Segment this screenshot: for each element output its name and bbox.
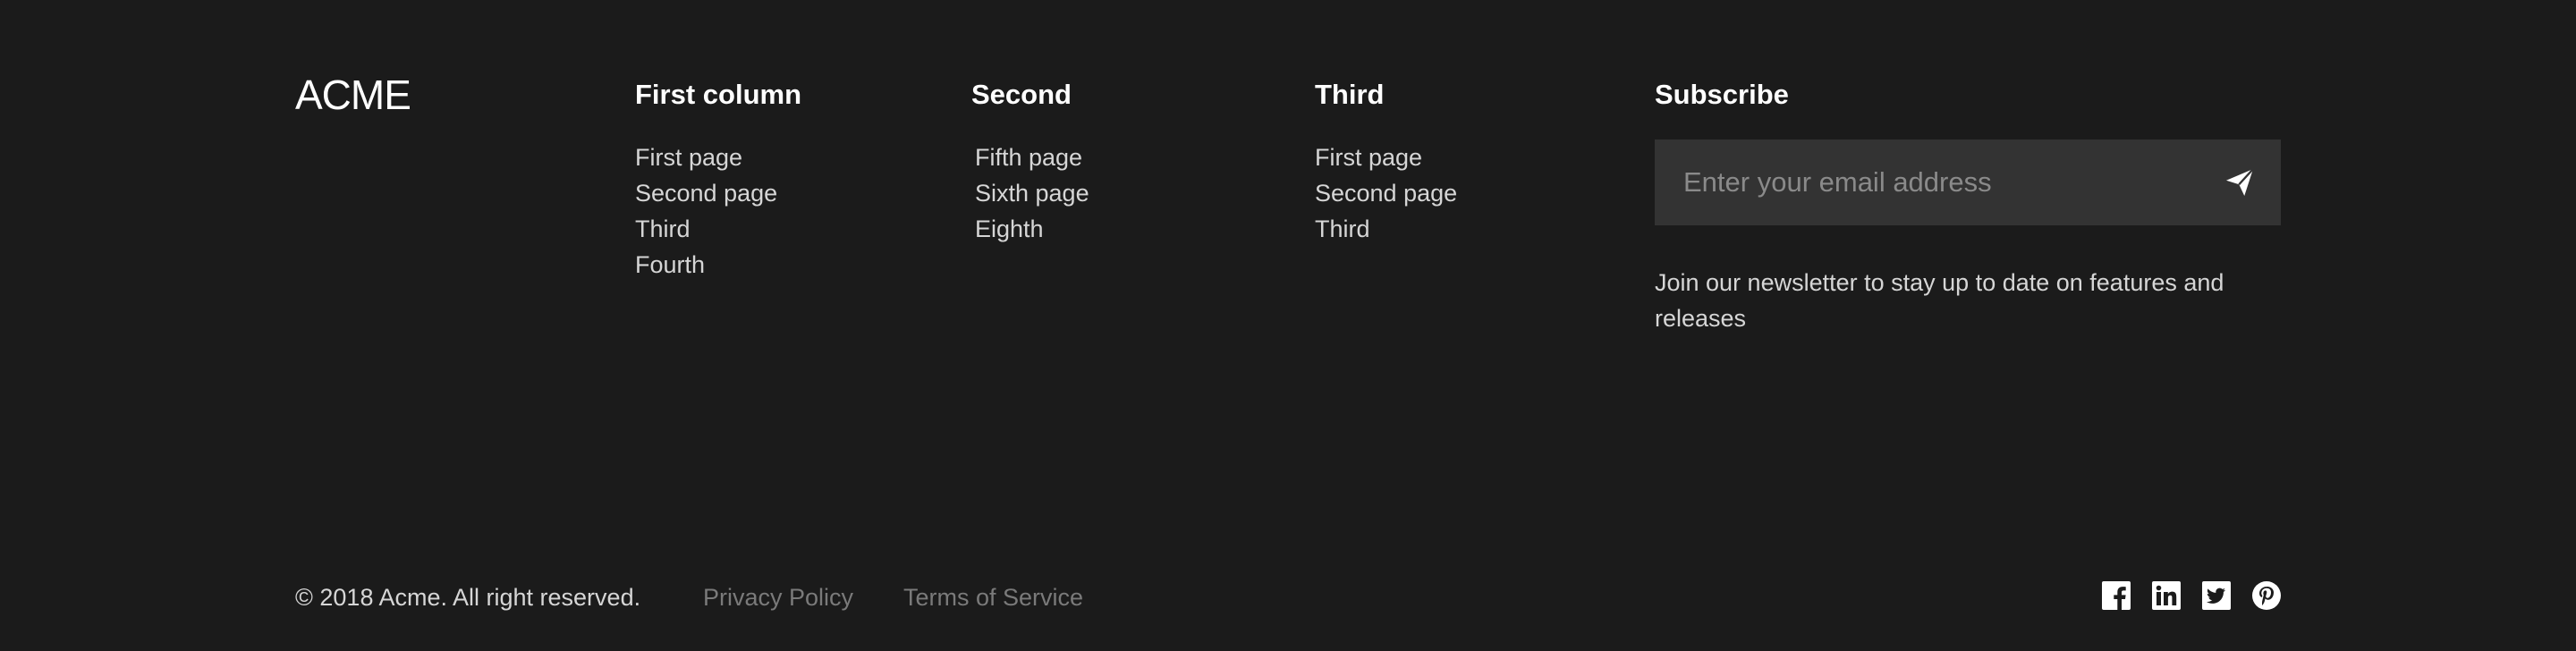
subscribe-title: Subscribe (1655, 79, 1789, 110)
twitter-icon[interactable] (2202, 581, 2231, 610)
acme-logo[interactable]: ACME (295, 72, 411, 118)
paper-plane-icon[interactable] (2224, 166, 2256, 199)
subscribe-section: Subscribe Join our newsletter to stay up… (1655, 77, 2281, 336)
footer-link[interactable]: Fourth (635, 247, 801, 283)
footer-link[interactable]: Third (635, 211, 801, 247)
footer-link[interactable]: Sixth page (975, 175, 1089, 211)
footer-link[interactable]: Third (1315, 211, 1457, 247)
bottom-bar: © 2018 Acme. All right reserved. Privacy… (295, 579, 2281, 615)
link-list: Fifth page Sixth page Eighth (971, 140, 1089, 247)
link-list: First page Second page Third Fourth (635, 140, 801, 283)
footer-link[interactable]: Second page (635, 175, 801, 211)
newsletter-description: Join our newsletter to stay up to date o… (1655, 269, 2224, 332)
column-title: Second (971, 79, 1072, 110)
copyright-text: © 2018 Acme. All right reserved. (295, 584, 641, 611)
email-input[interactable] (1655, 140, 2191, 225)
footer-column-second: Second Fifth page Sixth page Eighth (971, 77, 1089, 247)
footer-column-third: Third First page Second page Third (1315, 77, 1457, 247)
footer-link[interactable]: First page (635, 140, 801, 175)
social-links (2102, 581, 2281, 610)
privacy-policy-link[interactable]: Privacy Policy (703, 579, 853, 615)
footer-link[interactable]: First page (1315, 140, 1457, 175)
subscribe-form (1655, 140, 2281, 225)
column-title: Third (1315, 79, 1385, 110)
terms-of-service-link[interactable]: Terms of Service (903, 579, 1083, 615)
pinterest-icon[interactable] (2252, 581, 2281, 610)
site-footer: ACME First column First page Second page… (0, 0, 2576, 651)
footer-link[interactable]: Eighth (975, 211, 1089, 247)
footer-link[interactable]: Fifth page (975, 140, 1089, 175)
footer-link[interactable]: Second page (1315, 175, 1457, 211)
facebook-icon[interactable] (2102, 581, 2131, 610)
footer-column-first: First column First page Second page Thir… (635, 77, 801, 283)
link-list: First page Second page Third (1315, 140, 1457, 247)
column-title: First column (635, 79, 802, 110)
linkedin-icon[interactable] (2152, 581, 2181, 610)
